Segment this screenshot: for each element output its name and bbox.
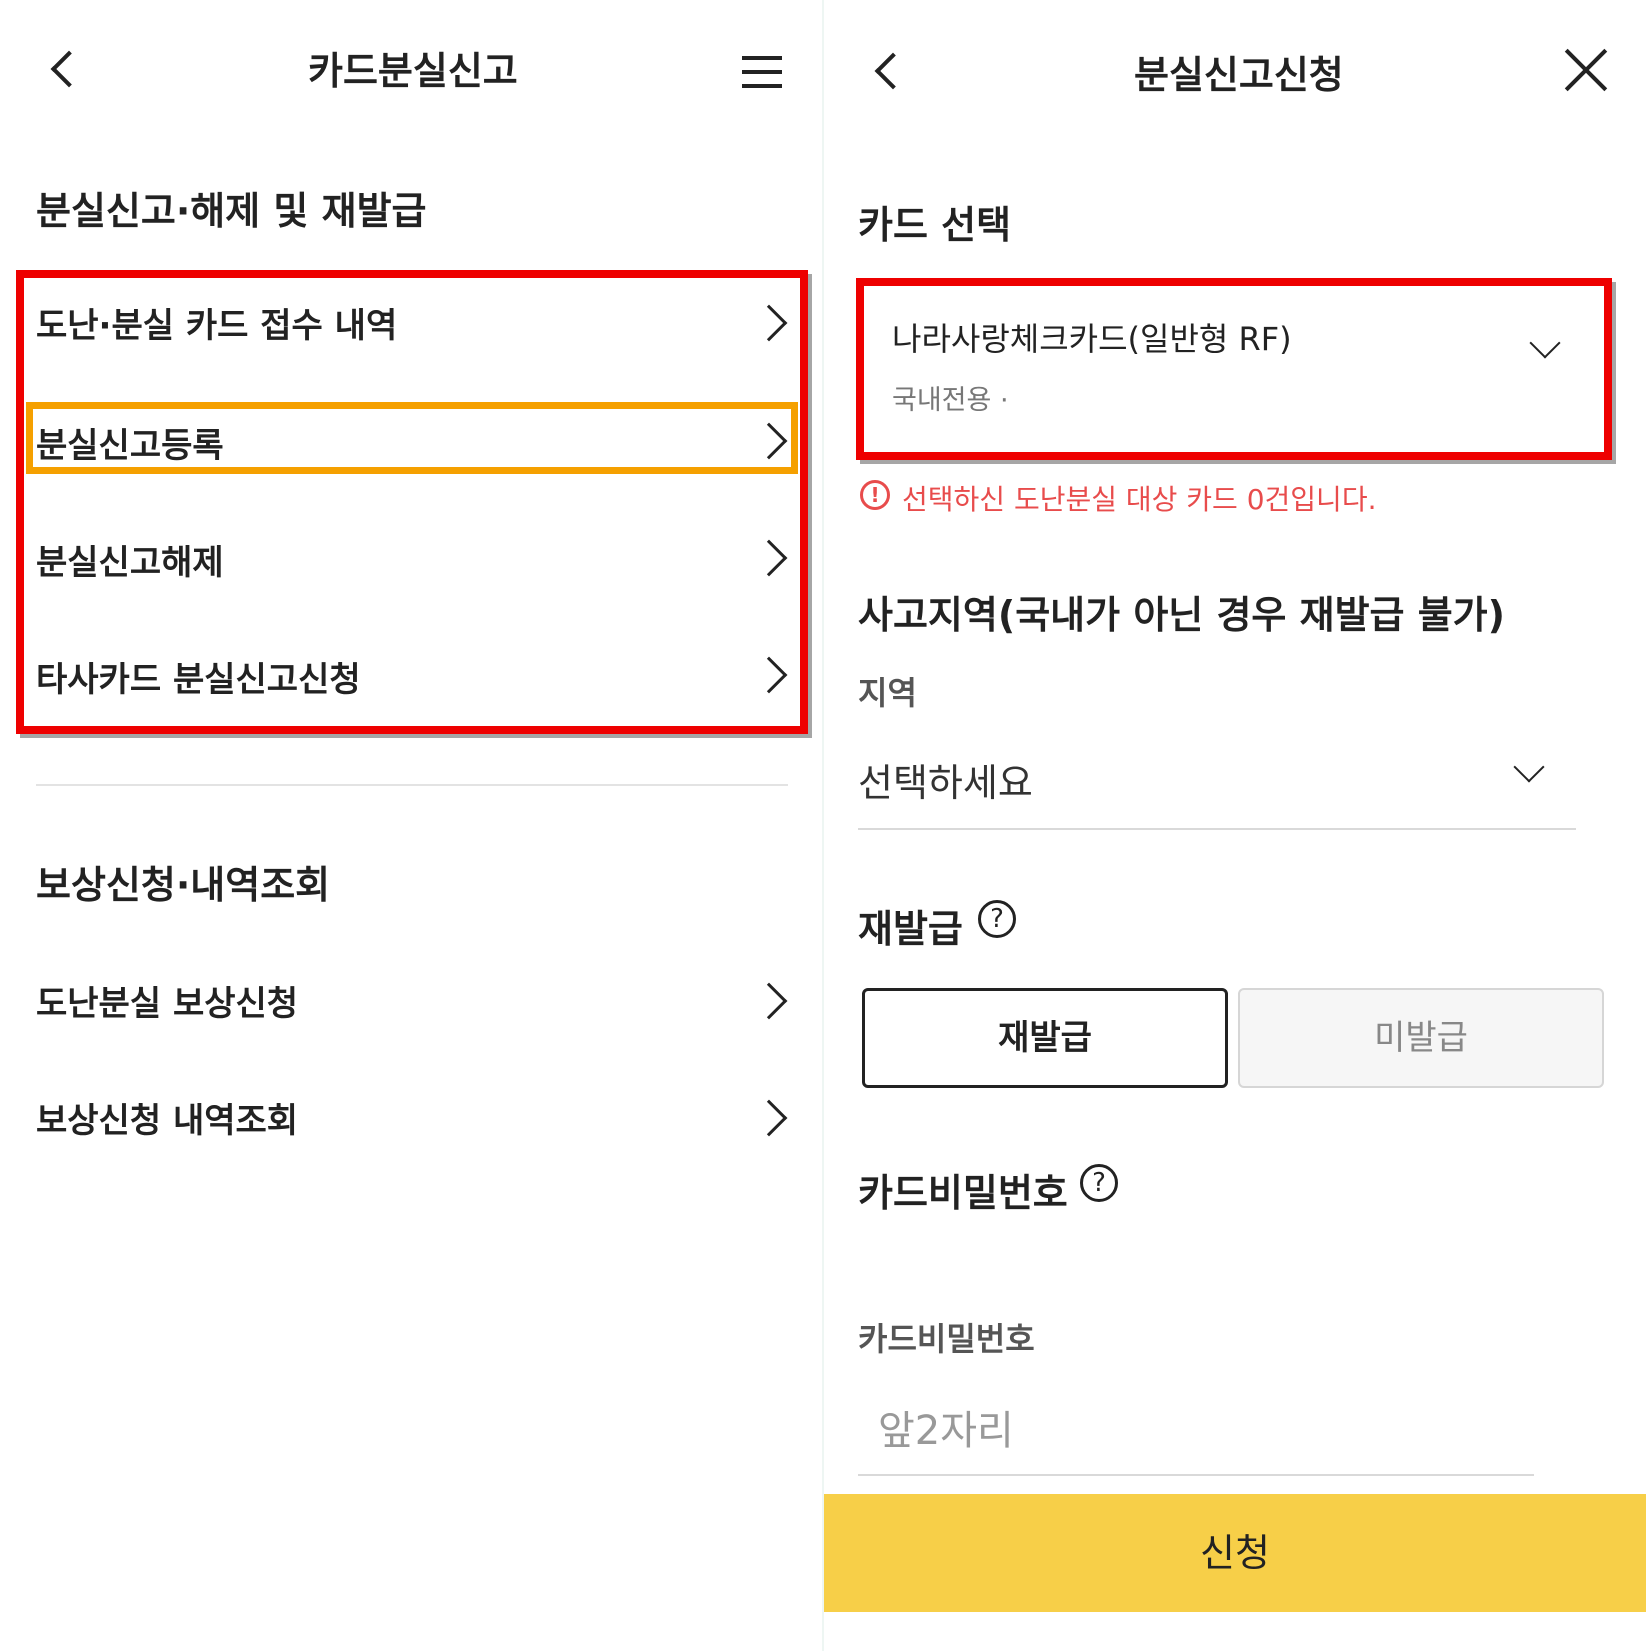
password-placeholder: 앞2자리 xyxy=(878,1408,1014,1454)
right-screen: 분실신고신청 카드 선택 나라사랑체크카드(일반형 RF) 국내전용 · ! 선… xyxy=(824,0,1646,1651)
chevron-right-icon xyxy=(750,1099,788,1137)
submit-button[interactable]: 신청 xyxy=(824,1494,1646,1612)
no-reissue-option-button[interactable]: 미발급 xyxy=(1238,988,1604,1088)
chevron-down-icon xyxy=(1513,751,1545,783)
chevron-right-icon xyxy=(750,656,788,694)
menu-item-label: 보상신청 내역조회 xyxy=(36,1101,299,1141)
menu-item-other-card-report[interactable]: 타사카드 분실신고신청 xyxy=(30,632,800,712)
region-select[interactable]: 선택하세요 xyxy=(858,740,1576,830)
menu-item-loss-register[interactable]: 분실신고등록 xyxy=(30,400,800,480)
menu-item-label: 분실신고해제 xyxy=(36,543,224,583)
warning-message: 선택하신 도난분실 대상 카드 0건입니다. xyxy=(902,483,1377,516)
chevron-right-icon xyxy=(750,539,788,577)
close-icon[interactable] xyxy=(1564,48,1608,92)
back-icon[interactable] xyxy=(50,50,88,88)
help-icon[interactable]: ? xyxy=(978,900,1016,938)
chevron-right-icon xyxy=(750,304,788,342)
warning-icon: ! xyxy=(860,480,890,510)
menu-item-loss-release[interactable]: 분실신고해제 xyxy=(30,515,800,595)
help-icon[interactable]: ? xyxy=(1080,1164,1118,1202)
card-sub-info: 국내전용 · xyxy=(892,385,1009,416)
section-title-reissue: 재발급 xyxy=(858,907,963,951)
chevron-right-icon xyxy=(750,982,788,1020)
menu-item-label: 분실신고등록 xyxy=(36,426,224,466)
region-label: 지역 xyxy=(858,674,917,712)
chevron-down-icon xyxy=(1529,327,1561,359)
section-title-card-select: 카드 선택 xyxy=(858,203,1012,247)
password-input[interactable]: 앞2자리 xyxy=(858,1384,1534,1476)
region-select-value: 선택하세요 xyxy=(858,761,1033,805)
menu-item-compensation-request[interactable]: 도난분실 보상신청 xyxy=(30,960,800,1040)
divider xyxy=(36,784,788,786)
reissue-option-button[interactable]: 재발급 xyxy=(862,988,1228,1088)
section-title-loss-report: 분실신고·해제 및 재발급 xyxy=(36,189,427,233)
menu-item-label: 도난·분실 카드 접수 내역 xyxy=(36,306,398,346)
back-icon[interactable] xyxy=(874,52,912,90)
menu-item-compensation-history[interactable]: 보상신청 내역조회 xyxy=(30,1077,800,1157)
menu-item-label: 도난분실 보상신청 xyxy=(36,984,299,1024)
left-screen: 카드분실신고 분실신고·해제 및 재발급 도난·분실 카드 접수 내역 분실신고… xyxy=(0,0,822,1651)
chevron-right-icon xyxy=(750,422,788,460)
page-title: 카드분실신고 xyxy=(308,49,518,93)
menu-item-theft-loss-history[interactable]: 도난·분실 카드 접수 내역 xyxy=(30,280,800,380)
section-title-card-password: 카드비밀번호 xyxy=(858,1171,1068,1215)
section-title-accident-region: 사고지역(국내가 아닌 경우 재발급 불가) xyxy=(858,593,1506,637)
menu-item-label: 타사카드 분실신고신청 xyxy=(36,660,361,700)
page-title: 분실신고신청 xyxy=(1134,53,1344,97)
card-select-dropdown[interactable]: 나라사랑체크카드(일반형 RF) 국내전용 · xyxy=(868,290,1598,448)
menu-icon[interactable] xyxy=(742,56,782,98)
password-label: 카드비밀번호 xyxy=(858,1320,1035,1358)
section-title-compensation: 보상신청·내역조회 xyxy=(36,863,331,907)
card-name: 나라사랑체크카드(일반형 RF) xyxy=(892,320,1292,358)
